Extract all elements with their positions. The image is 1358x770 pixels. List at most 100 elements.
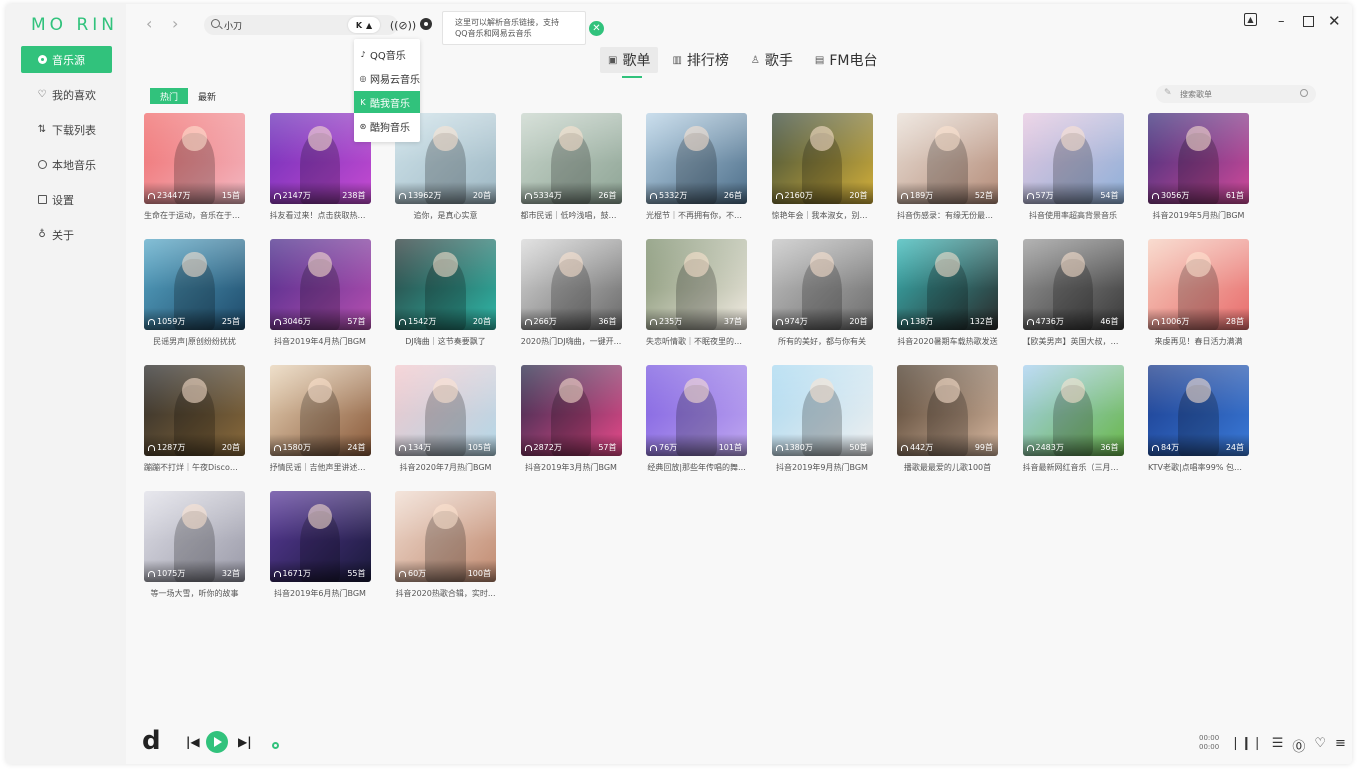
subtab-new[interactable]: 最新 [188, 88, 226, 104]
playlist-cover[interactable]: 1671万 55首 [269, 491, 371, 582]
playlist-queue-icon[interactable]: ☰ [1272, 736, 1284, 755]
playlist-card[interactable]: 5332万 26首 光棍节｜不再拥有你，不知... [646, 113, 747, 221]
playlist-cover[interactable]: 1380万 50首 [771, 365, 873, 456]
playlist-title[interactable]: 播歌最最爱的儿歌100首 [897, 462, 998, 473]
playlist-cover[interactable]: 266万 36首 [520, 239, 622, 330]
source-selector[interactable]: K ▲ [348, 17, 380, 33]
playlist-search-box[interactable]: ✎ [1156, 85, 1316, 103]
window-close-icon[interactable]: ✕ [1328, 12, 1341, 30]
playlist-card[interactable]: 189万 52首 抖音伤感录：有缘无份最是... [897, 113, 998, 221]
playlist-cover[interactable]: 1059万 25首 [144, 239, 245, 330]
playlist-title[interactable]: 光棍节｜不再拥有你，不知... [646, 210, 747, 221]
disc-icon[interactable] [420, 18, 432, 30]
playlist-cover[interactable]: 1075万 32首 [144, 491, 245, 582]
playlist-card[interactable]: 4736万 46首 【欧美男声】英国大叔，是... [1022, 239, 1124, 347]
playlist-card[interactable]: 76万 101首 经典回放|那些年传唱的舞... [646, 365, 747, 473]
equalizer-icon[interactable]: ❘❙❘ [1230, 736, 1263, 755]
playlist-search-input[interactable] [1180, 87, 1290, 101]
minimize-icon[interactable]: – [1278, 14, 1285, 29]
playlist-title[interactable]: 抖音2019年9月热门BGM [772, 462, 873, 473]
playlist-cover[interactable]: 23447万 15首 [144, 113, 245, 204]
playlist-cover[interactable]: 1542万 20首 [395, 239, 496, 330]
playlist-card[interactable]: 60万 100首 抖音2020热歌合辑，实时... [395, 491, 496, 599]
playlist-title[interactable]: 抖音伤感录：有缘无份最是... [897, 210, 998, 221]
playlist-card[interactable]: 266万 36首 2020热门DJ嗨曲，一键开... [520, 239, 622, 347]
playlist-cover[interactable]: 138万 132首 [897, 239, 998, 330]
playlist-title[interactable]: 所有的美好，都与你有关 [772, 336, 873, 347]
back-arrow-icon[interactable]: ‹ [146, 14, 152, 33]
playlist-cover[interactable]: 84万 24首 [1148, 365, 1249, 456]
pin-icon[interactable]: ▲ [1244, 13, 1257, 26]
playlist-card[interactable]: 57万 54首 抖音使用率超高背景音乐 [1022, 113, 1124, 221]
playlist-title[interactable]: 经典回放|那些年传唱的舞... [646, 462, 747, 473]
playlist-cover[interactable]: 60万 100首 [395, 491, 496, 582]
playlist-title[interactable]: 失恋听情歌｜不眠夜里的孤... [646, 336, 747, 347]
tab-fm[interactable]: ▤ FM电台 [807, 47, 886, 73]
menu-icon[interactable]: ≡ [1335, 736, 1346, 755]
playlist-cover[interactable]: 2483万 36首 [1022, 365, 1124, 456]
playlist-card[interactable]: 974万 20首 所有的美好，都与你有关 [771, 239, 873, 347]
playlist-cover[interactable]: 2160万 20首 [771, 113, 873, 204]
playlist-title[interactable]: 生命在于运动，音乐在于节... [144, 210, 245, 221]
tab-singers[interactable]: ♙ 歌手 [743, 47, 801, 73]
playlist-card[interactable]: 1542万 20首 DJ嗨曲｜这节奏要飘了 [395, 239, 496, 347]
playlist-title[interactable]: 抖音使用率超高背景音乐 [1023, 210, 1124, 221]
playlist-card[interactable]: 235万 37首 失恋听情歌｜不眠夜里的孤... [646, 239, 747, 347]
playlist-title[interactable]: 抖音2020暑期车载热歌发送 [897, 336, 998, 347]
playlist-card[interactable]: 1580万 24首 抒情民谣｜吉他声里讲述的... [269, 365, 371, 473]
playlist-card[interactable]: 1380万 50首 抖音2019年9月热门BGM [771, 365, 873, 473]
playlist-card[interactable]: 138万 132首 抖音2020暑期车载热歌发送 [897, 239, 998, 347]
playlist-card[interactable]: 2872万 57首 抖音2019年3月热门BGM [520, 365, 622, 473]
tab-playlists[interactable]: ▣ 歌单 [600, 47, 659, 78]
play-button[interactable] [206, 731, 228, 753]
playlist-card[interactable]: 134万 105首 抖音2020年7月热门BGM [395, 365, 496, 473]
playlist-title[interactable]: 2020热门DJ嗨曲，一键开... [521, 336, 622, 347]
playlist-title[interactable]: 追你，是真心实意 [395, 210, 496, 221]
playlist-card[interactable]: 3056万 61首 抖音2019年5月热门BGM [1148, 113, 1249, 221]
previous-track-icon[interactable]: |◀ [186, 735, 200, 749]
playlist-cover[interactable]: 3056万 61首 [1148, 113, 1249, 204]
playlist-cover[interactable]: 76万 101首 [646, 365, 747, 456]
playlist-title[interactable]: 都市民谣｜低吟浅唱，鼓动... [521, 210, 622, 221]
playlist-title[interactable]: 抖音2019年5月热门BGM [1148, 210, 1249, 221]
playlist-title[interactable]: DJ嗨曲｜这节奏要飘了 [395, 336, 496, 347]
playlist-card[interactable]: 2483万 36首 抖音最新网红音乐（三月更... [1022, 365, 1124, 473]
playlist-cover[interactable]: 235万 37首 [646, 239, 747, 330]
playlist-card[interactable]: 3046万 57首 抖音2019年4月热门BGM [269, 239, 371, 347]
playlist-cover[interactable]: 974万 20首 [771, 239, 873, 330]
sidebar-item-settings[interactable]: 设置 [21, 186, 112, 213]
playlist-card[interactable]: 2160万 20首 惊艳年会｜我本淑女，别逼... [771, 113, 873, 221]
sidebar-item-about[interactable]: ♁ 关于 [21, 221, 112, 248]
playlist-title[interactable]: 抖音2020年7月热门BGM [395, 462, 496, 473]
playlist-card[interactable]: 1075万 32首 等一场大雪，听你的故事 [144, 491, 245, 599]
playlist-card[interactable]: 1287万 20首 蹦蹦不打烊｜午夜Disco专场 [144, 365, 245, 473]
playlist-cover[interactable]: 442万 99首 [897, 365, 998, 456]
tab-charts[interactable]: ▥ 排行榜 [664, 47, 736, 73]
playlist-title[interactable]: 【欧美男声】英国大叔，是... [1023, 336, 1124, 347]
lyrics-icon[interactable]: ⓪ [1292, 736, 1305, 755]
next-track-icon[interactable]: ▶| [238, 735, 252, 749]
close-icon[interactable]: ✕ [589, 21, 604, 36]
playlist-card[interactable]: 1671万 55首 抖音2019年6月热门BGM [269, 491, 371, 599]
heart-icon[interactable]: ♡ [1314, 736, 1326, 755]
playlist-title[interactable]: 抖音最新网红音乐（三月更... [1023, 462, 1124, 473]
sidebar-item-downloads[interactable]: ⇅ 下载列表 [21, 116, 112, 143]
playlist-title[interactable]: 抖音2019年3月热门BGM [521, 462, 622, 473]
sidebar-item-favorites[interactable]: ♡ 我的喜欢 [21, 81, 112, 108]
playlist-title[interactable]: 抖音2020热歌合辑，实时... [395, 588, 496, 599]
playlist-card[interactable]: 84万 24首 KTV老歌|点唱率99% 包厢... [1148, 365, 1249, 473]
source-option-netease[interactable]: ◎ 网易云音乐 [354, 67, 421, 89]
search-input[interactable] [224, 17, 344, 33]
link-parse-icon[interactable]: ((⊘)) [390, 16, 416, 34]
source-option-kugou[interactable]: ⊛ 酷狗音乐 [354, 115, 420, 137]
playlist-cover[interactable]: 1006万 28首 [1148, 239, 1249, 330]
playlist-title[interactable]: 抖友看过来！点击获取热门... [270, 210, 371, 221]
playlist-title[interactable]: KTV老歌|点唱率99% 包厢... [1148, 462, 1249, 473]
playlist-cover[interactable]: 3046万 57首 [269, 239, 371, 330]
maximize-icon[interactable] [1303, 16, 1314, 27]
playlist-title[interactable]: 抖音2019年4月热门BGM [270, 336, 371, 347]
playlist-card[interactable]: 1059万 25首 民谣男声|原创纷纷扰扰 [144, 239, 245, 347]
playlist-cover[interactable]: 189万 52首 [897, 113, 998, 204]
playlist-cover[interactable]: 5332万 26首 [646, 113, 747, 204]
sidebar-item-music-source[interactable]: 音乐源 [21, 46, 112, 73]
